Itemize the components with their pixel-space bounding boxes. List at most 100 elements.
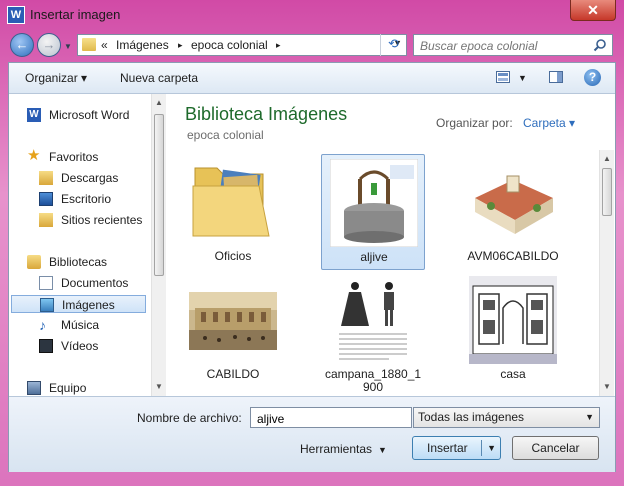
desktop-icon (39, 192, 53, 206)
file-tile[interactable]: campana_1880_1900 (321, 272, 425, 394)
sidebar-item-descargas[interactable]: Descargas (39, 169, 159, 187)
file-name: casa (500, 367, 526, 381)
arrange-by-dropdown[interactable]: Carpeta ▾ (523, 116, 575, 130)
star-icon: ★ (27, 147, 41, 164)
insert-split-divider (481, 440, 482, 456)
search-icon[interactable] (593, 38, 607, 52)
breadcrumb-epoca-colonial[interactable]: epoca colonial (191, 38, 268, 52)
dialog-window: W Insertar imagen ✕ ← → ▼ « Imágenes ▸ e… (0, 0, 624, 486)
recent-places-icon (39, 213, 53, 227)
window-title: Insertar imagen (30, 7, 121, 22)
downloads-icon (39, 171, 53, 185)
file-name: AVM06CABILDO (467, 249, 559, 263)
navigation-pane: W Microsoft Word ★ Favoritos Descargas E… (9, 94, 151, 396)
scroll-down-icon[interactable]: ▼ (155, 382, 163, 391)
chevron-down-icon: ▼ (378, 445, 387, 455)
file-tile[interactable]: CABILDO (181, 272, 285, 388)
help-icon[interactable]: ? (584, 69, 601, 86)
libraries-icon (27, 255, 41, 269)
documents-icon (39, 276, 53, 290)
image-thumbnail (469, 158, 557, 246)
sidebar-item-imagenes[interactable]: Imágenes (11, 295, 146, 313)
file-name: aljive (360, 250, 388, 264)
sidebar-item-bibliotecas[interactable]: Bibliotecas (27, 253, 147, 271)
tools-label: Herramientas (300, 442, 373, 456)
breadcrumb-overflow[interactable]: « (101, 38, 108, 52)
sidebar-item-label: Microsoft Word (49, 108, 130, 122)
sidebar-item-label: Documentos (61, 276, 129, 290)
music-icon: ♪ (39, 317, 46, 333)
file-tile[interactable]: casa (461, 272, 565, 388)
organize-button[interactable]: Organizar ▾ (25, 71, 87, 85)
sidebar-item-equipo[interactable]: Equipo (27, 379, 147, 397)
file-tile[interactable]: aljive (321, 154, 425, 270)
sidebar-item-favoritos[interactable]: ★ Favoritos (27, 148, 147, 166)
filetype-value: Todas las imágenes (418, 410, 525, 424)
file-list-scrollbar[interactable]: ▲ ▼ (599, 150, 614, 396)
breadcrumb-separator-icon[interactable]: ▸ (178, 40, 183, 51)
insert-button[interactable]: Insertar ▼ (412, 436, 501, 460)
pictures-icon (40, 298, 54, 312)
close-button[interactable]: ✕ (570, 0, 616, 21)
dialog-footer: Nombre de archivo: Todas las imágenes ▼ … (9, 396, 615, 472)
arrange-by-label: Organizar por: (436, 116, 513, 130)
file-list-scroll-thumb[interactable] (602, 168, 612, 216)
insert-options-dropdown-icon[interactable]: ▼ (487, 437, 496, 459)
history-dropdown-icon[interactable]: ▼ (64, 42, 72, 51)
forward-button[interactable]: → (37, 33, 61, 57)
sidebar-scroll-thumb[interactable] (154, 114, 164, 276)
sidebar-item-label: Equipo (49, 381, 87, 395)
file-list-area: Biblioteca Imágenes epoca colonial Organ… (171, 94, 615, 396)
word-icon: W (27, 108, 41, 122)
image-thumbnail (469, 276, 557, 364)
breadcrumb-separator-icon[interactable]: ▸ (276, 40, 281, 51)
filename-field[interactable] (250, 407, 412, 428)
change-view-icon[interactable] (496, 71, 510, 83)
sidebar-scrollbar[interactable]: ▲ ▼ (151, 94, 166, 396)
sidebar-item-videos[interactable]: Vídeos (39, 337, 159, 355)
view-options-dropdown-icon[interactable]: ▼ (518, 73, 527, 83)
sidebar-item-label: Bibliotecas (49, 255, 108, 269)
image-thumbnail (330, 159, 418, 247)
file-tile[interactable]: AVM06CABILDO (461, 154, 565, 270)
title-bar[interactable]: W Insertar imagen ✕ (0, 0, 624, 30)
scroll-up-icon[interactable]: ▲ (603, 154, 611, 163)
insert-label: Insertar (427, 441, 468, 455)
folder-icon (192, 167, 270, 237)
refresh-icon[interactable]: ⟲ (380, 34, 406, 56)
breadcrumb-imagenes[interactable]: Imágenes (116, 38, 169, 52)
filetype-select[interactable]: Todas las imágenes ▼ (413, 407, 600, 428)
back-button[interactable]: ← (10, 33, 34, 57)
image-thumbnail (329, 276, 417, 364)
sidebar-item-label: Sitios recientes (61, 213, 143, 227)
computer-icon (27, 381, 41, 395)
sidebar-item-label: Imágenes (62, 298, 115, 312)
file-name: CABILDO (206, 367, 260, 381)
search-box[interactable] (413, 34, 613, 56)
videos-icon (39, 339, 53, 353)
search-input[interactable] (418, 37, 592, 55)
library-subtitle: epoca colonial (187, 128, 264, 142)
toolbar: Organizar ▾ Nueva carpeta ▼ ? (9, 63, 615, 94)
sidebar-item-microsoft-word[interactable]: W Microsoft Word (27, 106, 147, 124)
word-app-icon: W (7, 6, 25, 24)
tools-button[interactable]: Herramientas ▼ (300, 442, 387, 456)
filename-input[interactable] (255, 409, 409, 428)
sidebar-item-label: Música (61, 318, 100, 332)
cancel-button[interactable]: Cancelar (512, 436, 599, 460)
preview-pane-icon[interactable] (549, 71, 563, 83)
file-tile[interactable]: Oficios (181, 154, 285, 270)
address-bar[interactable]: « Imágenes ▸ epoca colonial ▸ ▼ (77, 34, 407, 56)
sidebar-item-label: Vídeos (61, 339, 99, 353)
new-folder-button[interactable]: Nueva carpeta (120, 71, 198, 85)
sidebar-item-documentos[interactable]: Documentos (39, 274, 159, 292)
sidebar-item-escritorio[interactable]: Escritorio (39, 190, 159, 208)
scroll-down-icon[interactable]: ▼ (603, 382, 611, 391)
scroll-up-icon[interactable]: ▲ (155, 98, 163, 107)
sidebar-item-label: Descargas (61, 171, 119, 185)
file-name: campana_1880_1900 (324, 367, 422, 394)
sidebar-item-label: Escritorio (61, 192, 112, 206)
sidebar-item-sitios-recientes[interactable]: Sitios recientes (39, 211, 159, 229)
dialog-body: Organizar ▾ Nueva carpeta ▼ ? W Microsof… (8, 62, 616, 472)
sidebar-item-musica[interactable]: ♪ Música (39, 316, 159, 334)
